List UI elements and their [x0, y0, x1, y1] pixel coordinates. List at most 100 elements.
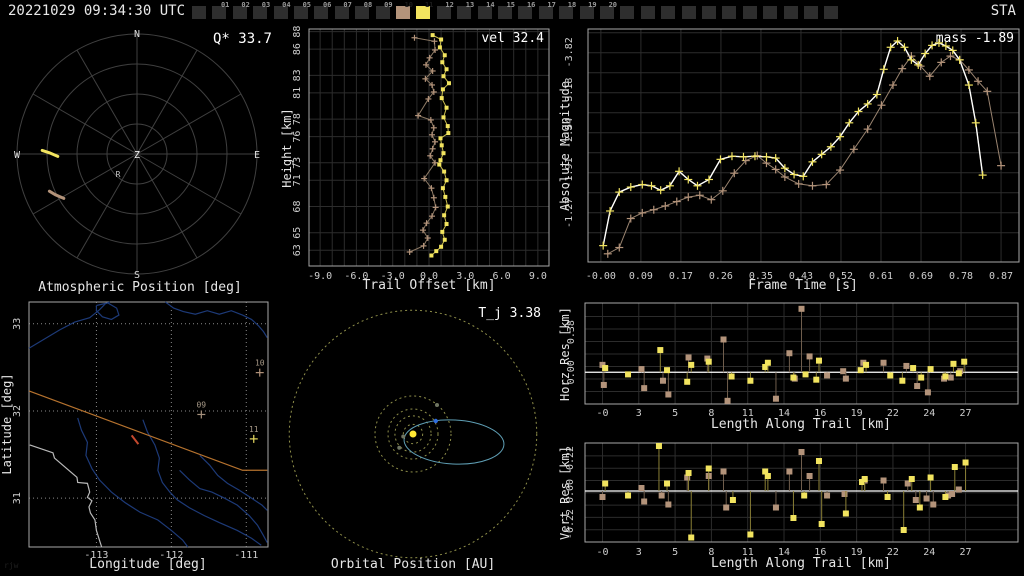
square-marker: [442, 53, 447, 58]
camera-box-empty[interactable]: [681, 6, 696, 19]
camera-box-20[interactable]: 20: [600, 1, 617, 19]
residual-marker: [802, 371, 809, 378]
x-tick-label: 3: [636, 408, 642, 419]
coastline: [29, 444, 103, 548]
camera-box-03[interactable]: 03: [253, 1, 270, 19]
residual-marker: [720, 336, 727, 343]
camera-box-04[interactable]: 04: [273, 1, 291, 19]
residual-marker: [942, 494, 949, 500]
residual-marker: [665, 391, 672, 398]
camera-box-09[interactable]: 09: [375, 1, 393, 19]
x-tick-label: -0: [596, 408, 608, 419]
camera-box-label: 04: [282, 1, 291, 9]
polar-spoke: [32, 93, 138, 155]
polar-spoke: [136, 49, 198, 155]
residual-marker: [951, 464, 958, 470]
camera-box-10[interactable]: 10: [396, 1, 413, 19]
residual-marker: [961, 358, 968, 365]
station-id-label: 09: [196, 400, 206, 409]
camera-box-08[interactable]: 08: [355, 1, 372, 19]
residual-marker: [772, 504, 779, 511]
residual-marker: [684, 378, 691, 385]
x-tick-label: -111: [234, 550, 258, 561]
square-marker: [440, 87, 445, 92]
camera-box-19[interactable]: 19: [579, 1, 597, 19]
camera-box-label: 07: [343, 1, 352, 9]
camera-box-label: 03: [261, 1, 271, 9]
residual-marker: [914, 383, 921, 390]
camera-box-06[interactable]: 06: [314, 1, 331, 19]
residual-marker: [942, 373, 949, 380]
y-axis-title: Height [km]: [280, 108, 294, 187]
station-label: STA: [990, 3, 1016, 19]
camera-box-empty[interactable]: [742, 6, 757, 19]
residual-marker: [658, 492, 665, 499]
camera-box-17[interactable]: 17: [538, 1, 556, 19]
camera-box-18[interactable]: 18: [559, 1, 576, 19]
square-marker: [445, 124, 450, 129]
residual-marker: [842, 375, 849, 382]
camera-box-empty[interactable]: [640, 6, 655, 19]
residual-marker: [786, 350, 793, 357]
camera-box-15[interactable]: 15: [498, 1, 515, 19]
camera-box-11[interactable]: 11: [416, 1, 433, 19]
camera-box-empty[interactable]: [661, 6, 676, 19]
residual-marker: [685, 354, 692, 361]
camera-box-01[interactable]: 01: [212, 1, 229, 19]
sun-dot: [409, 430, 417, 438]
residual-marker: [747, 531, 754, 538]
camera-box-13[interactable]: 13: [457, 1, 474, 19]
residual-marker: [705, 358, 712, 365]
camera-box-label: 20: [608, 1, 617, 9]
camera-box-12[interactable]: 12: [436, 1, 454, 19]
square-marker: [434, 249, 439, 254]
compass-west: W: [14, 150, 21, 161]
polar-spoke: [136, 93, 242, 155]
river-line: [28, 301, 111, 349]
square-marker: [437, 45, 442, 50]
residual-marker: [602, 480, 609, 487]
camera-box-empty[interactable]: [620, 6, 635, 19]
residual-marker: [841, 491, 848, 497]
y-axis-title: Vert Res [km]: [558, 446, 572, 540]
camera-box-empty[interactable]: [824, 6, 839, 19]
square-marker: [444, 222, 449, 227]
river-line: [199, 455, 268, 511]
camera-box-empty[interactable]: [804, 6, 818, 19]
earth-dot: [433, 418, 438, 424]
residual-marker: [899, 377, 906, 384]
venus-dot: [397, 445, 402, 450]
camera-box-02[interactable]: 02: [232, 1, 250, 19]
camera-box-07[interactable]: 07: [334, 1, 352, 19]
camera-box-empty[interactable]: [192, 6, 206, 19]
residual-marker: [806, 473, 813, 479]
residual-marker: [955, 370, 962, 377]
camera-box-16[interactable]: 16: [518, 1, 535, 19]
square-marker: [444, 67, 449, 72]
river-line: [165, 301, 268, 339]
x-tick-label: -0: [596, 547, 608, 558]
polar-spoke: [136, 153, 198, 259]
residual-marker: [923, 495, 930, 502]
camera-box-label: 11: [424, 1, 434, 9]
camera-box-empty[interactable]: [702, 6, 716, 19]
residual-marker: [880, 359, 887, 366]
camera-box-label: 19: [588, 1, 597, 9]
camera-box-label: 15: [506, 1, 515, 9]
square-marker: [446, 81, 451, 86]
camera-box-empty[interactable]: [722, 6, 737, 19]
residual-marker: [764, 359, 771, 366]
camera-box-14[interactable]: 14: [477, 1, 495, 19]
meteor-streak: [40, 148, 60, 158]
square-marker: [443, 194, 448, 199]
camera-box-empty[interactable]: [763, 6, 778, 19]
radiant-label: R: [116, 170, 121, 179]
polar-spoke: [32, 153, 138, 215]
square-marker: [439, 37, 444, 42]
residual-marker: [930, 501, 937, 508]
square-marker: [438, 158, 443, 163]
camera-box-05[interactable]: 05: [294, 1, 311, 19]
river-line: [95, 302, 120, 321]
square-marker: [439, 244, 444, 249]
camera-box-empty[interactable]: [783, 6, 798, 19]
